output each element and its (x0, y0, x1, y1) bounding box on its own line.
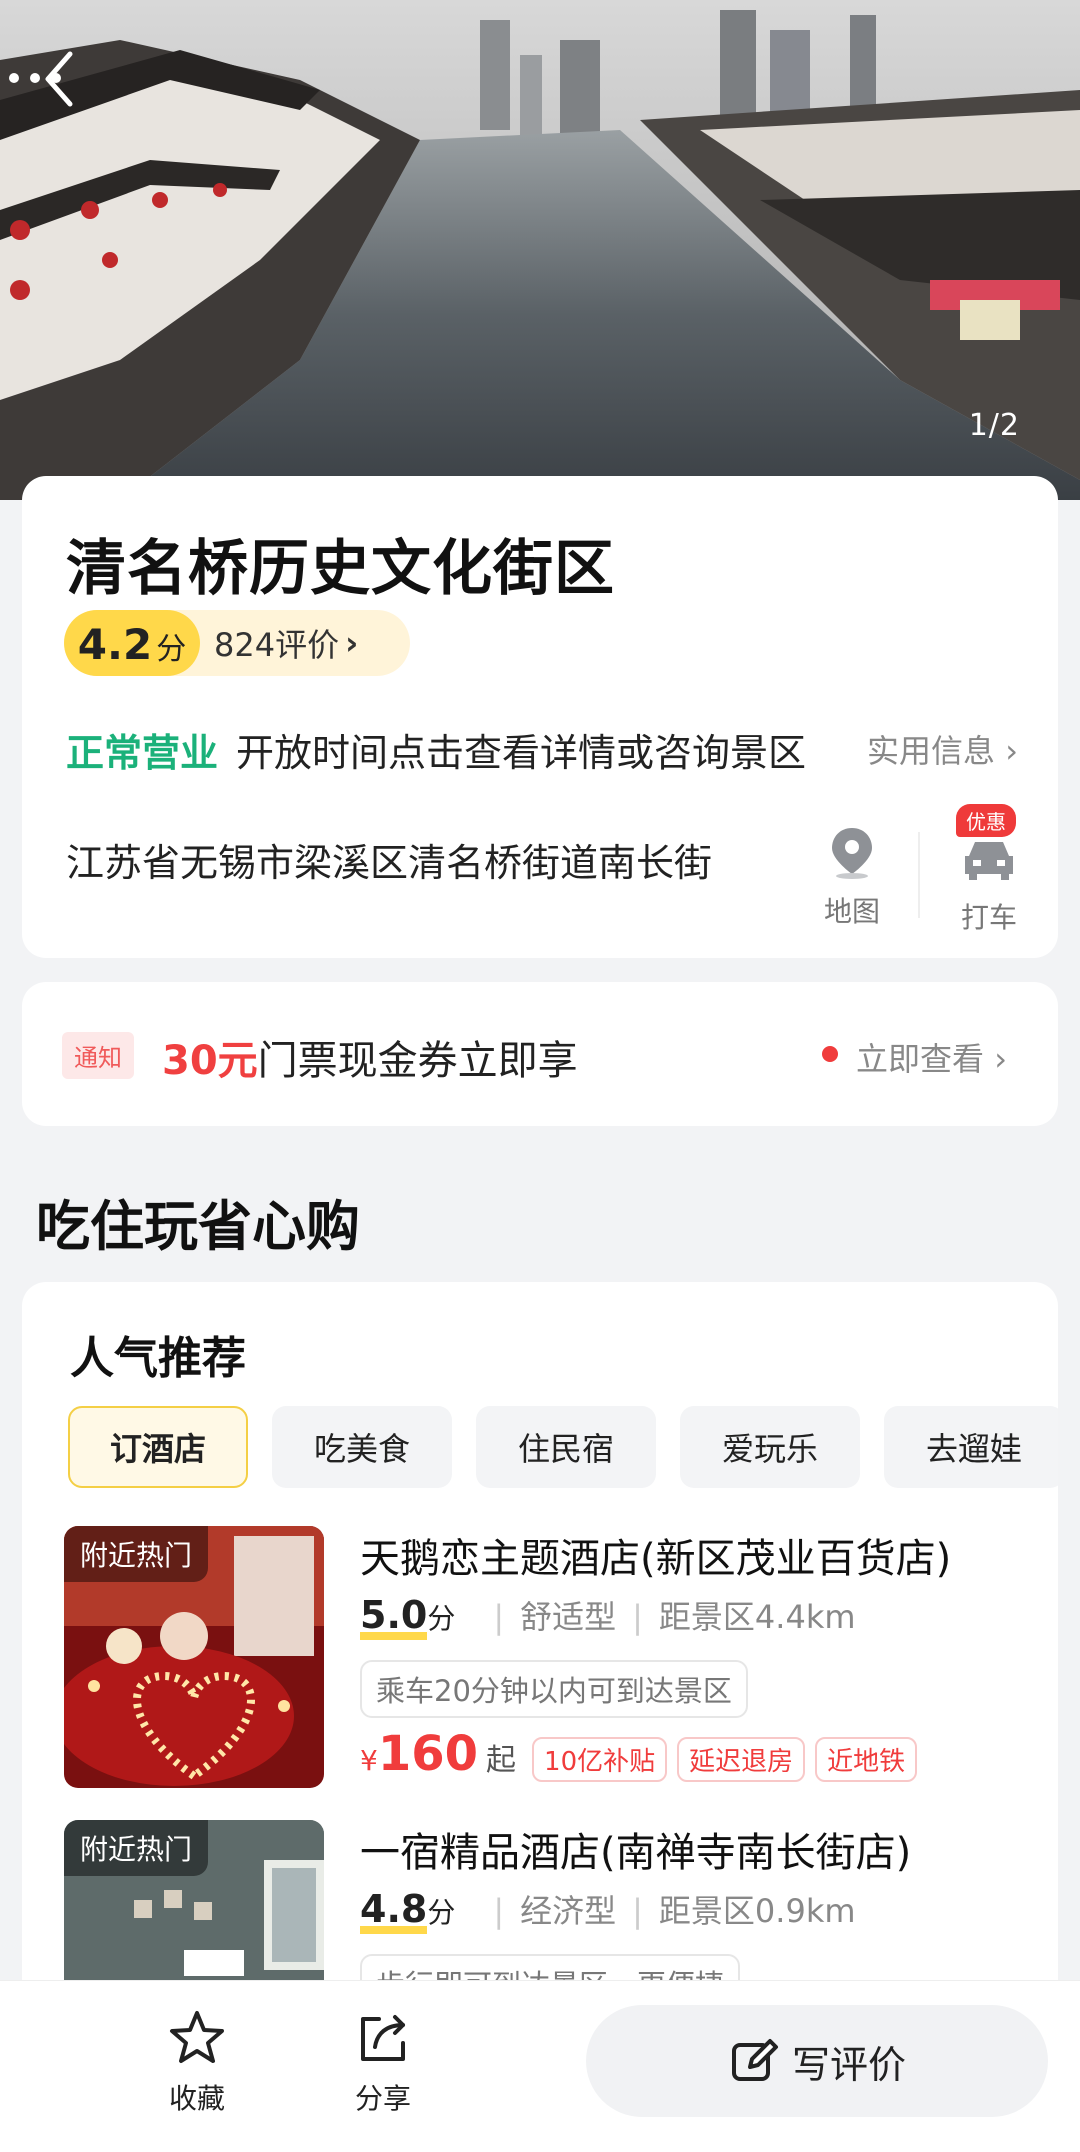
favorite-button[interactable]: 收藏 (142, 2009, 252, 2117)
canal-photo (0, 0, 1080, 500)
hotel-feature-tag: 乘车20分钟以内可到达景区 (360, 1660, 748, 1718)
hotel-score-unit: 分 (427, 1896, 456, 1929)
hotel-thumbnail: 附近热门 (64, 1526, 324, 1788)
rating-score-badge: 4.2 分 (64, 610, 200, 676)
tab-food[interactable]: 吃美食 (272, 1406, 452, 1488)
hotel-score-unit: 分 (427, 1602, 456, 1635)
car-icon (965, 842, 1013, 880)
view-now-link[interactable]: 立即查看 › (856, 1034, 1007, 1080)
review-count-link[interactable]: 824评价 (214, 620, 339, 666)
write-review-label: 写评价 (791, 2042, 906, 2087)
hotel-type: 舒适型 (520, 1598, 617, 1636)
discount-badge: 优惠 (956, 804, 1016, 837)
separator: | (632, 1598, 643, 1636)
rating-value: 4.2 (77, 620, 153, 669)
chevron-right-icon: › (345, 624, 359, 662)
notice-tag: 通知 (62, 1032, 134, 1079)
opening-hours-text: 开放时间点击查看详情或咨询景区 (236, 731, 807, 775)
hero-image[interactable]: 1/2 (0, 0, 1080, 500)
share-label: 分享 (354, 2082, 411, 2115)
share-button[interactable]: 分享 (328, 2009, 438, 2117)
view-now-label: 立即查看 (856, 1040, 985, 1078)
notice-body: 门票现金券立即享 (257, 1038, 578, 1084)
notice-text: 30元门票现金券立即享 (162, 1028, 578, 1086)
chevron-right-icon: › (1005, 732, 1018, 770)
open-status-label: 正常营业 (66, 731, 219, 775)
category-tabs: 订酒店 吃美食 住民宿 爱玩乐 去遛娃 (68, 1406, 1058, 1488)
favorite-label: 收藏 (168, 2082, 225, 2115)
practical-info-label: 实用信息 (867, 732, 996, 770)
hotel-distance: 距景区4.4km (658, 1598, 856, 1636)
coupon-notice-card[interactable]: 通知 30元门票现金券立即享 立即查看 › (22, 982, 1058, 1126)
hotel-name: 天鹅恋主题酒店(新区茂业百货店) (360, 1536, 952, 1582)
hotel-name: 一宿精品酒店(南禅寺南长街店) (360, 1830, 912, 1876)
tab-fun[interactable]: 爱玩乐 (680, 1406, 860, 1488)
section-title: 吃住玩省心购 (36, 1195, 360, 1258)
hotel-meta-row: 5.0 分 | 舒适型 | 距景区4.4km (360, 1592, 856, 1640)
separator: | (493, 1892, 505, 1930)
hotel-score: 5.0 (360, 1596, 428, 1640)
map-label: 地图 (823, 895, 880, 928)
price-suffix: 起 (486, 1743, 517, 1778)
share-icon (361, 2015, 405, 2061)
write-review-button[interactable]: 写评价 (586, 2005, 1048, 2117)
rating-pill[interactable]: 4.2 分 824评价 › (64, 610, 410, 676)
recommend-title: 人气推荐 (70, 1333, 246, 1384)
star-icon (170, 2011, 224, 2063)
promo-tag: 近地铁 (815, 1737, 918, 1782)
hotel-meta-row: 4.8 分 | 经济型 | 距景区0.9km (360, 1886, 856, 1934)
hotel-distance: 距景区0.9km (658, 1892, 856, 1930)
promo-tag: 延迟退房 (677, 1737, 806, 1782)
divider (918, 832, 920, 918)
attraction-info-card: 清名桥历史文化街区 4.2 分 824评价 › 正常营业 开放时间点击查看详情或咨… (22, 476, 1058, 958)
nearby-hot-tag: 附近热门 (64, 1526, 209, 1582)
map-button[interactable]: 地图 (802, 824, 902, 934)
hotel-score: 4.8 (360, 1890, 428, 1934)
practical-info-link[interactable]: 实用信息 › (867, 726, 1018, 772)
taxi-label: 打车 (960, 901, 1017, 934)
notice-highlight: 30元 (162, 1038, 258, 1084)
hotel-price-row: ¥ 160 起 10亿补贴 延迟退房 近地铁 (360, 1726, 927, 1782)
page-title: 清名桥历史文化街区 (66, 534, 615, 604)
hotel-price: 160 (377, 1726, 479, 1782)
list-item[interactable]: 附近热门 天鹅恋主题酒店(新区茂业百货店) 5.0 分 | 舒适型 | 距景区4… (64, 1526, 1044, 1796)
nearby-hot-tag: 附近热门 (64, 1820, 209, 1876)
bottom-action-bar: 收藏 分享 写评价 (0, 1980, 1080, 2152)
more-dots-icon[interactable] (0, 58, 70, 98)
separator: | (493, 1598, 505, 1636)
tab-homestay[interactable]: 住民宿 (476, 1406, 656, 1488)
address-text: 江苏省无锡市梁溪区清名桥街道南长街 (66, 841, 713, 885)
edit-icon (731, 2039, 778, 2081)
promo-tag: 10亿补贴 (532, 1737, 668, 1782)
tab-kids[interactable]: 去遛娃 (884, 1406, 1058, 1488)
hotel-type: 经济型 (520, 1892, 617, 1930)
separator: | (632, 1892, 643, 1930)
chevron-right-icon: › (994, 1040, 1007, 1078)
rating-unit: 分 (156, 632, 187, 667)
currency-symbol: ¥ (360, 1744, 378, 1777)
image-counter: 1/2 (968, 408, 1020, 443)
map-pin-icon (832, 828, 872, 879)
red-dot-icon (822, 1046, 838, 1062)
tab-hotel[interactable]: 订酒店 (68, 1406, 248, 1488)
